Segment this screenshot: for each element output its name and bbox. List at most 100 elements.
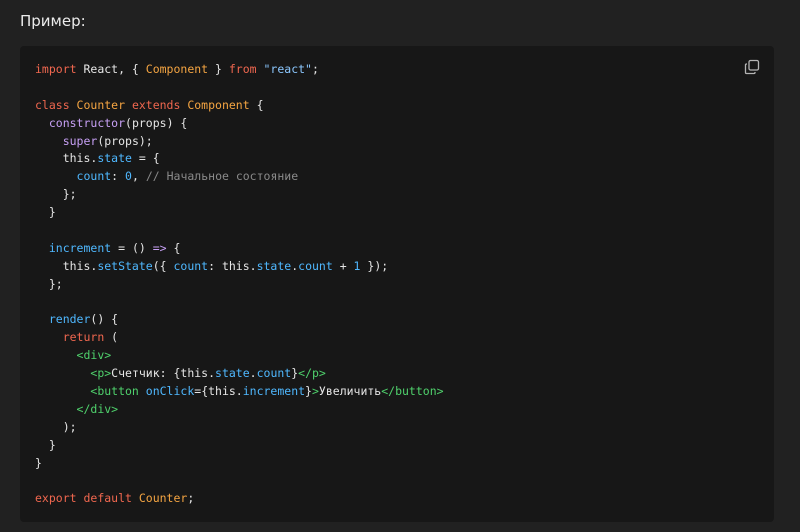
code-token: import — [35, 62, 84, 76]
code-token: state — [215, 366, 250, 381]
code-token: count — [173, 258, 209, 273]
code-token: render — [48, 312, 91, 327]
code-token: <p> — [90, 366, 112, 381]
code-line: class Counter extends Component { — [35, 97, 444, 115]
code-token: Увеличить — [318, 384, 382, 399]
code-token: (props); — [97, 133, 153, 148]
code-line: constructor(props) { — [35, 115, 444, 133]
code-token: = () — [111, 240, 153, 255]
code-token: Component — [187, 97, 250, 112]
code-token: // Начальное состояние — [145, 169, 299, 184]
code-token: { — [249, 97, 264, 112]
code-token: <div> — [76, 348, 112, 363]
code-token: </p> — [298, 366, 326, 381]
code-token: , — [131, 169, 146, 184]
code-line: increment = () => { — [35, 240, 444, 258]
code-token: <button — [90, 384, 146, 399]
code-token: this. — [35, 151, 98, 166]
code-token: ; — [311, 62, 319, 76]
code-token: increment — [48, 240, 112, 255]
code-token: return — [62, 330, 105, 345]
code-token: () { — [90, 312, 119, 327]
code-token: { — [166, 240, 181, 255]
code-block: import React, { Component } from "react"… — [20, 46, 774, 522]
code-line: } — [35, 437, 444, 455]
code-line: super(props); — [35, 133, 444, 151]
code-token: state — [256, 258, 292, 273]
code-line: }; — [35, 186, 444, 204]
code-token: count — [298, 258, 333, 273]
code-token: } — [35, 437, 56, 452]
code-line: } — [35, 204, 444, 222]
code-token: increment — [242, 384, 306, 399]
code-token: {this. — [201, 384, 243, 399]
code-line: <button onClick={this.increment}>Увеличи… — [35, 383, 444, 401]
code-token: (props) { — [125, 115, 188, 130]
code-token: } — [35, 205, 56, 220]
code-token: extends — [131, 97, 188, 112]
code-token: => — [152, 240, 167, 255]
code-token: this. — [35, 258, 98, 273]
code-token: }); — [360, 258, 389, 273]
code-token: : this. — [208, 258, 257, 273]
code-token: }; — [35, 276, 63, 291]
code-line: }; — [35, 276, 444, 294]
code-token: </div> — [76, 401, 119, 416]
code-token: state — [97, 151, 132, 166]
code-token: count — [256, 366, 292, 381]
code-token: + — [332, 258, 354, 273]
code-token: export — [35, 491, 84, 506]
copy-code-button[interactable] — [744, 59, 760, 75]
code-line: this.state = { — [35, 150, 444, 168]
example-heading: Пример: — [20, 12, 86, 30]
code-line: <p>Счетчик: {this.state.count}</p> — [35, 365, 444, 383]
code-line: render() { — [35, 311, 444, 329]
code-line: count: 0, // Начальное состояние — [35, 168, 444, 186]
code-token: setState — [97, 258, 153, 273]
code-line: export default Counter; — [35, 490, 444, 508]
code-token: super — [62, 133, 98, 148]
code-line: ); — [35, 419, 444, 437]
code-token: default — [83, 491, 139, 506]
code-token: . — [249, 366, 257, 381]
code-content: import React, { Component } from "react"… — [35, 61, 444, 508]
code-line: } — [35, 455, 444, 473]
code-token: ); — [35, 419, 77, 434]
code-token: "react" — [263, 62, 312, 76]
code-token: React, { — [83, 62, 146, 76]
code-token: Counter — [138, 491, 188, 506]
code-token: count — [76, 169, 112, 184]
code-token: } — [305, 384, 312, 399]
code-token: 0 — [125, 169, 132, 184]
code-token: ({ — [152, 258, 174, 273]
code-token: }; — [35, 187, 77, 202]
code-token: onClick — [145, 384, 195, 399]
code-token: </button> — [381, 384, 444, 399]
code-line: this.setState({ count: this.state.count … — [35, 258, 444, 276]
code-token: ( — [104, 330, 119, 345]
code-line: </div> — [35, 401, 444, 419]
code-token: Counter — [76, 97, 132, 112]
code-token: class — [35, 97, 77, 112]
code-token: } — [35, 455, 42, 470]
code-line: import React, { Component } from "react"… — [35, 61, 444, 79]
code-token: } — [208, 62, 229, 76]
code-token: Component — [145, 62, 209, 76]
code-token: : — [111, 169, 126, 184]
code-token: ; — [187, 491, 195, 506]
code-token: from — [228, 62, 264, 76]
code-line: <div> — [35, 347, 444, 365]
